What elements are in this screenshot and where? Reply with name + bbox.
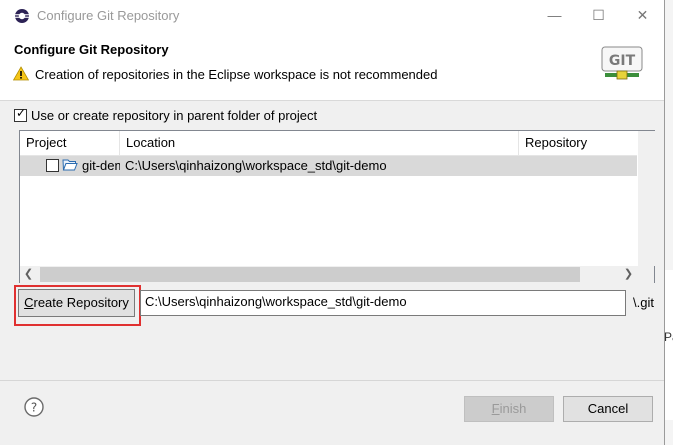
vertical-scrollbar[interactable] bbox=[637, 131, 655, 266]
finish-mnemonic: F bbox=[491, 401, 500, 416]
repository-path-input[interactable]: C:\Users\qinhaizong\workspace_std\git-de… bbox=[140, 290, 626, 316]
svg-text:?: ? bbox=[31, 401, 37, 415]
parent-folder-checkbox[interactable]: ✓ bbox=[14, 106, 27, 122]
maximize-button[interactable]: ☐ bbox=[576, 0, 621, 32]
minimize-button[interactable]: — bbox=[532, 0, 577, 32]
parent-folder-label: Use or create repository in parent folde… bbox=[31, 108, 318, 123]
git-suffix-label: \.git bbox=[633, 295, 654, 310]
cancel-button[interactable]: Cancel bbox=[563, 396, 653, 422]
git-logo-icon: GIT bbox=[601, 46, 643, 80]
footer-separator bbox=[0, 380, 664, 381]
scroll-left-icon[interactable]: ❮ bbox=[20, 266, 37, 283]
scroll-right-icon[interactable]: ❯ bbox=[620, 266, 637, 283]
checkmark-icon: ✓ bbox=[16, 106, 27, 120]
close-button[interactable]: ✕ bbox=[620, 0, 665, 32]
column-header-repository[interactable]: Repository bbox=[519, 131, 637, 155]
warning-icon bbox=[13, 66, 29, 81]
background-app-text: Pa bbox=[664, 330, 673, 344]
finish-button[interactable]: Finish bbox=[464, 396, 554, 422]
banner-message: Creation of repositories in the Eclipse … bbox=[35, 67, 438, 82]
background-app-panel bbox=[664, 270, 673, 420]
git-logo-text: GIT bbox=[609, 53, 636, 69]
wizard-banner: Configure Git Repository Creation of rep… bbox=[0, 32, 664, 101]
open-folder-icon bbox=[62, 159, 78, 171]
projects-table: Project Location Repository git-demo C:\… bbox=[19, 130, 655, 283]
column-header-project[interactable]: Project bbox=[20, 131, 120, 155]
help-icon[interactable]: ? bbox=[24, 397, 44, 417]
horizontal-scrollbar[interactable]: ❮ ❯ bbox=[20, 266, 654, 283]
scrollbar-thumb[interactable] bbox=[40, 267, 580, 282]
table-row[interactable]: git-demo C:\Users\qinhaizong\workspace_s… bbox=[20, 156, 654, 176]
row-project-name: git-demo bbox=[82, 158, 120, 173]
create-repository-button[interactable]: Create Repository bbox=[18, 289, 135, 317]
window-title: Configure Git Repository bbox=[37, 8, 180, 23]
configure-git-dialog: Configure Git Repository — ☐ ✕ Configure… bbox=[0, 0, 665, 445]
column-header-location[interactable]: Location bbox=[120, 131, 519, 155]
title-bar: Configure Git Repository — ☐ ✕ bbox=[0, 0, 664, 32]
eclipse-icon bbox=[15, 9, 29, 23]
create-label-rest: reate Repository bbox=[33, 295, 129, 310]
banner-title: Configure Git Repository bbox=[14, 42, 169, 57]
create-mnemonic: C bbox=[24, 295, 34, 310]
finish-label-rest: inish bbox=[499, 401, 527, 416]
row-location: C:\Users\qinhaizong\workspace_std\git-de… bbox=[125, 158, 387, 173]
row-checkbox[interactable] bbox=[46, 159, 59, 172]
